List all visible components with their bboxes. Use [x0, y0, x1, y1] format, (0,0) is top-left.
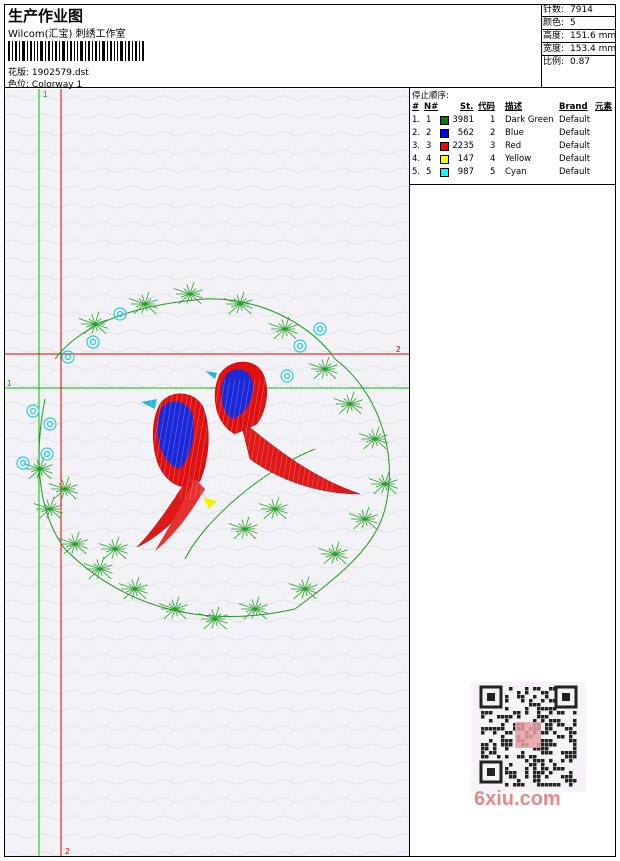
- stop-sequence-title: 停止顺序:: [412, 91, 449, 101]
- color-swatch: [440, 155, 449, 164]
- row-brand: Default: [559, 141, 591, 151]
- row-code: 4: [490, 154, 496, 164]
- col-desc: 描述: [505, 102, 523, 112]
- row-brand: Default: [559, 154, 591, 164]
- row-code: 5: [490, 167, 496, 177]
- row-desc: Yellow: [505, 154, 532, 164]
- stop-sequence-header: # N# St. 代码 描述 Brand 元素: [410, 101, 617, 114]
- row-stitches: 562: [457, 128, 474, 138]
- stat-colors: 颜色: 5: [542, 17, 616, 30]
- stop-sequence-row: 5. 5 987 5 Cyan Default: [410, 166, 617, 179]
- col-n: N#: [424, 102, 439, 112]
- color-swatch: [440, 116, 449, 125]
- stop-sequence-panel: 停止顺序: # N# St. 代码 描述 Brand 元素 1. 1 3981 1 Da…: [409, 88, 616, 185]
- design-canvas: 1 1 2 2: [5, 89, 409, 856]
- row-n: 3: [426, 141, 432, 151]
- stat-width: 宽度: 153.4 mm: [542, 44, 617, 56]
- col-num: #: [412, 102, 420, 112]
- stop-sequence-row: 1. 1 3981 1 Dark Green Default: [410, 114, 617, 127]
- page-title: 生产作业图: [8, 7, 84, 25]
- row-n: 2: [426, 128, 432, 138]
- row-brand: Default: [559, 115, 591, 125]
- color-swatch: [440, 142, 449, 151]
- row-num: 1.: [412, 115, 421, 125]
- stats-panel: 针数: 7914 颜色: 5 高度: 151.6 mm 宽度: 153.4 mm 比例:…: [542, 4, 616, 88]
- row-code: 2: [490, 128, 496, 138]
- row-num: 4.: [412, 154, 421, 164]
- row-desc: Red: [505, 141, 522, 151]
- color-swatch: [440, 168, 449, 177]
- panel-divider: [409, 185, 410, 857]
- row-stitches: 147: [457, 154, 474, 164]
- row-desc: Dark Green: [505, 115, 554, 125]
- barcode: [8, 41, 144, 61]
- row-num: 3.: [412, 141, 421, 151]
- col-elem: 元素: [595, 102, 613, 112]
- row-num: 5.: [412, 167, 421, 177]
- row-n: 4: [426, 154, 432, 164]
- row-stitches: 2235: [452, 141, 474, 151]
- stop-sequence-row: 2. 2 562 2 Blue Default: [410, 127, 617, 140]
- watermark-text: 6xiu.com: [474, 788, 561, 810]
- row-code: 3: [490, 141, 496, 151]
- row-brand: Default: [559, 128, 591, 138]
- row-n: 1: [426, 115, 432, 125]
- row-stitches: 3981: [452, 115, 474, 125]
- header-info: 生产作业图 Wilcom(汇宝) 刺绣工作室 花版: 1902579.dst 色…: [4, 4, 542, 90]
- row-num: 2.: [412, 128, 421, 138]
- row-desc: Cyan: [505, 167, 527, 177]
- company-name: Wilcom(汇宝) 刺绣工作室: [8, 29, 126, 40]
- stat-height: 高度: 151.6 mm: [542, 31, 617, 43]
- row-n: 5: [426, 167, 432, 177]
- green-guide-label-left: 1: [7, 379, 12, 388]
- stop-sequence-row: 3. 3 2235 3 Red Default: [410, 140, 617, 153]
- green-guide-label-top: 1: [43, 90, 48, 99]
- row-code: 1: [490, 115, 496, 125]
- row-stitches: 987: [457, 167, 474, 177]
- col-brand: Brand: [559, 102, 588, 112]
- stat-scale: 比例: 0.87: [543, 57, 591, 67]
- red-guide-label-bottom: 2: [65, 847, 70, 856]
- stop-sequence-row: 4. 4 147 4 Yellow Default: [410, 153, 617, 166]
- red-guide-label-right: 2: [396, 345, 401, 354]
- color-swatch: [440, 129, 449, 138]
- col-code: 代码: [478, 102, 496, 112]
- embroidery-preview: 1 1 2 2: [5, 89, 409, 856]
- row-brand: Default: [559, 167, 591, 177]
- row-desc: Blue: [505, 128, 524, 138]
- stat-stitches: 针数: 7914: [542, 4, 616, 17]
- col-st: St.: [460, 102, 474, 112]
